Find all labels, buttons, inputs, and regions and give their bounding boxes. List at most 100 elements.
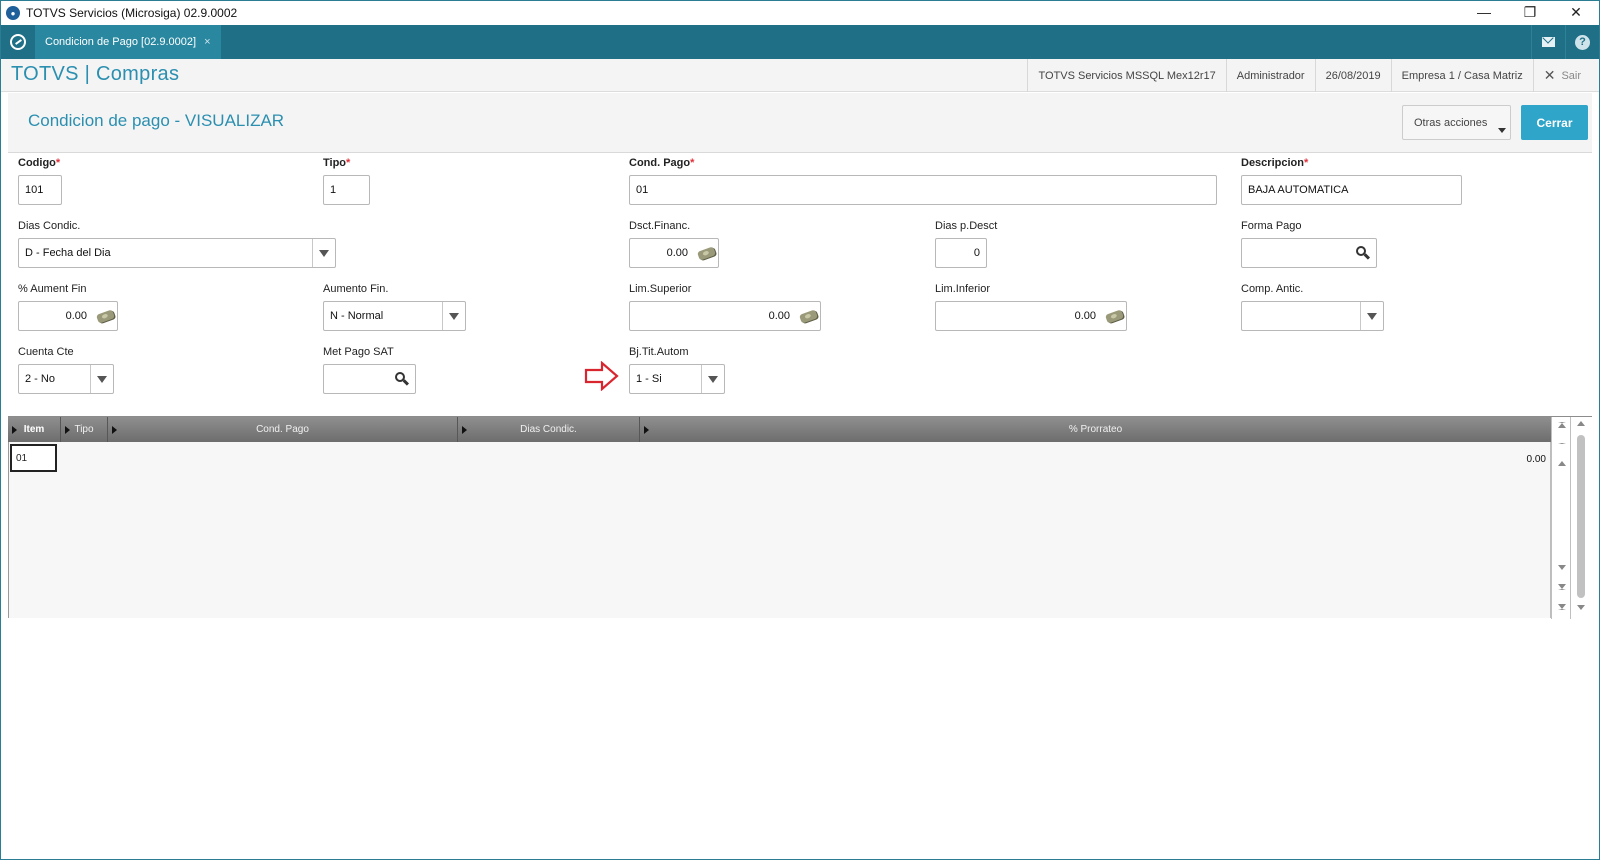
outer-scroll-down-icon[interactable] <box>1577 603 1585 611</box>
help-icon[interactable]: ? <box>1565 25 1599 59</box>
required-marker: * <box>55 157 61 169</box>
grid-cell-prorrateo[interactable]: 0.00 <box>1527 454 1546 465</box>
dias-condic-select[interactable]: D - Fecha del Dia <box>18 238 336 268</box>
lim-superior-input[interactable]: 0.00 <box>629 301 821 331</box>
calculator-icon[interactable] <box>796 302 820 330</box>
bj-tit-autom-select[interactable]: 1 - Si <box>629 364 725 394</box>
calculator-icon[interactable] <box>93 302 117 330</box>
grid-cell-item[interactable]: 01 <box>10 444 57 472</box>
sort-arrow-icon <box>65 426 70 434</box>
annotation-arrow-icon <box>584 361 619 391</box>
totvs-app-icon: ● <box>6 6 20 20</box>
calculator-icon[interactable] <box>694 239 718 267</box>
column-header-item[interactable]: Item <box>8 417 61 442</box>
sort-arrow-icon <box>462 426 467 434</box>
dropdown-arrow-icon[interactable] <box>90 365 113 393</box>
cuenta-cte-select[interactable]: 2 - No <box>18 364 114 394</box>
sort-arrow-icon <box>644 426 649 434</box>
tab-close-icon[interactable]: × <box>204 36 210 48</box>
scroll-thumb[interactable] <box>1577 435 1585 598</box>
window-titlebar: ● TOTVS Servicios (Microsiga) 02.9.0002 … <box>1 1 1599 25</box>
field-dias-condic: Dias Condic. D - Fecha del Dia <box>18 220 336 268</box>
comp-antic-label: Comp. Antic. <box>1241 283 1304 295</box>
aumento-fin-label: Aumento Fin. <box>323 283 389 295</box>
page-header: Condicion de pago - VISUALIZAR Otras acc… <box>8 93 1592 153</box>
required-marker: * <box>346 157 351 169</box>
close-window-button[interactable]: ✕ <box>1553 1 1599 23</box>
form-area: Codigo* 101 Tipo* 1 Cond. Pago* 01 Descr… <box>8 153 1592 416</box>
search-icon[interactable] <box>1356 246 1371 260</box>
minimize-button[interactable]: — <box>1461 1 1507 23</box>
bj-tit-autom-label: Bj.Tit.Autom <box>629 346 689 358</box>
tab-bar: Condicion de Pago [02.9.0002] × ? <box>1 25 1599 59</box>
column-header-dias-condic[interactable]: Dias Condic. <box>458 417 640 442</box>
dsct-financ-input[interactable]: 0.00 <box>629 238 719 268</box>
home-icon[interactable] <box>1 25 35 59</box>
mail-icon[interactable] <box>1531 25 1565 59</box>
field-aument-fin: % Aument Fin 0.00 <box>18 283 118 331</box>
scroll-down-icon[interactable] <box>1556 561 1568 573</box>
field-descripcion: Descripcion* BAJA AUTOMATICA <box>1241 157 1462 205</box>
met-pago-sat-input[interactable] <box>323 364 416 394</box>
grid-scrollbar[interactable] <box>1551 417 1592 619</box>
scroll-page-down-icon[interactable] <box>1556 581 1568 593</box>
scroll-page-up-icon[interactable] <box>1556 437 1568 449</box>
descripcion-input[interactable]: BAJA AUTOMATICA <box>1241 175 1462 205</box>
lim-inferior-input[interactable]: 0.00 <box>935 301 1127 331</box>
scroll-bottom-icon[interactable] <box>1556 601 1568 613</box>
items-grid: Item Tipo Cond. Pago Dias Condic. % Pror… <box>8 416 1592 619</box>
tipo-input[interactable]: 1 <box>323 175 370 205</box>
restore-button[interactable]: ❐ <box>1507 1 1553 23</box>
tab-label: Condicion de Pago [02.9.0002] <box>45 36 197 48</box>
required-marker: * <box>690 157 695 169</box>
sort-arrow-icon <box>112 426 117 434</box>
calculator-icon[interactable] <box>1102 302 1126 330</box>
field-lim-superior: Lim.Superior 0.00 <box>629 283 821 331</box>
page-title: Condicion de pago - VISUALIZAR <box>28 111 285 130</box>
tabbar-actions: ? <box>1531 25 1599 59</box>
column-header-cond-pago[interactable]: Cond. Pago <box>108 417 458 442</box>
cuenta-cte-label: Cuenta Cte <box>18 346 74 358</box>
scroll-up-icon[interactable] <box>1556 457 1568 469</box>
user-label: Administrador <box>1225 59 1315 92</box>
cond-pago-label: Cond. Pago <box>629 157 691 169</box>
tab-condicion-de-pago[interactable]: Condicion de Pago [02.9.0002] × <box>35 25 221 59</box>
scroll-top-icon[interactable] <box>1556 419 1568 431</box>
environment-label: TOTVS Servicios MSSQL Mex12r17 <box>1027 59 1225 92</box>
field-comp-antic: Comp. Antic. <box>1241 283 1384 331</box>
field-cuenta-cte: Cuenta Cte 2 - No <box>18 346 114 394</box>
field-bj-tit-autom: Bj.Tit.Autom 1 - Si <box>629 346 725 394</box>
dias-p-desct-input[interactable]: 0 <box>935 238 987 268</box>
field-cond-pago: Cond. Pago* 01 <box>629 157 1217 205</box>
session-info: TOTVS Servicios MSSQL Mex12r17 Administr… <box>1027 59 1591 92</box>
aument-fin-input[interactable]: 0.00 <box>18 301 118 331</box>
otras-acciones-button[interactable]: Otras acciones <box>1402 105 1511 140</box>
field-lim-inferior: Lim.Inferior 0.00 <box>935 283 1127 331</box>
column-header-tipo[interactable]: Tipo <box>61 417 108 442</box>
codigo-input[interactable]: 101 <box>18 175 62 205</box>
column-header-prorrateo[interactable]: % Prorrateo <box>640 417 1551 442</box>
exit-button[interactable]: ✕ Sair <box>1532 59 1591 92</box>
dropdown-arrow-icon[interactable] <box>1360 302 1383 330</box>
exit-icon: ✕ <box>1543 67 1556 83</box>
search-icon[interactable] <box>395 372 410 386</box>
descripcion-label: Descripcion <box>1241 157 1304 169</box>
dropdown-arrow-icon[interactable] <box>312 239 335 267</box>
exit-label: Sair <box>1561 69 1581 82</box>
cond-pago-input[interactable]: 01 <box>629 175 1217 205</box>
field-codigo: Codigo* 101 <box>18 157 62 205</box>
cerrar-button[interactable]: Cerrar <box>1521 105 1588 140</box>
app-window: ● TOTVS Servicios (Microsiga) 02.9.0002 … <box>0 0 1600 860</box>
forma-pago-input[interactable] <box>1241 238 1377 268</box>
dropdown-arrow-icon[interactable] <box>701 365 724 393</box>
required-marker: * <box>1303 157 1309 169</box>
company-label[interactable]: Empresa 1 / Casa Matriz <box>1390 59 1533 92</box>
module-title: TOTVS | Compras <box>11 63 180 85</box>
grid-header: Item Tipo Cond. Pago Dias Condic. % Pror… <box>8 417 1551 442</box>
window-title: TOTVS Servicios (Microsiga) 02.9.0002 <box>26 6 238 20</box>
dropdown-arrow-icon[interactable] <box>442 302 465 330</box>
field-dsct-financ: Dsct.Financ. 0.00 <box>629 220 719 268</box>
outer-scroll-up-icon[interactable] <box>1577 419 1585 427</box>
comp-antic-select[interactable] <box>1241 301 1384 331</box>
aumento-fin-select[interactable]: N - Normal <box>323 301 466 331</box>
